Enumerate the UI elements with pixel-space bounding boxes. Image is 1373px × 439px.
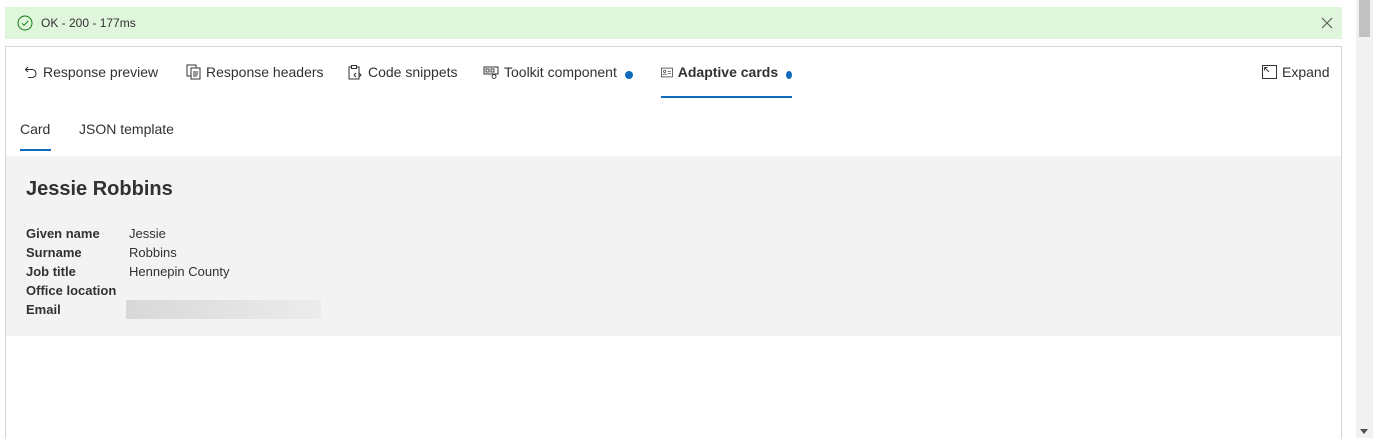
fact-row: Given name Jessie	[26, 224, 321, 243]
fact-key: Surname	[26, 245, 82, 260]
active-subtab-indicator	[20, 149, 51, 151]
expand-icon	[1262, 65, 1277, 79]
expand-label: Expand	[1282, 64, 1330, 80]
fact-key: Email	[26, 302, 61, 317]
fact-key: Given name	[26, 226, 100, 241]
contact-card-icon	[661, 67, 673, 77]
clipboard-code-icon	[348, 65, 362, 80]
tab-label: Toolkit component	[504, 64, 617, 80]
status-bar: OK - 200 - 177ms	[5, 7, 1342, 39]
scrollbar-thumb[interactable]	[1359, 0, 1370, 37]
tab-toolkit-component[interactable]: Toolkit component	[483, 47, 633, 97]
fact-value: Jessie	[129, 226, 166, 241]
redacted-email-value	[126, 300, 321, 319]
unread-dot	[624, 71, 633, 79]
fact-value: Hennepin County	[129, 264, 230, 279]
subtab-json-template[interactable]: JSON template	[79, 111, 174, 151]
fact-key: Office location	[26, 283, 117, 298]
active-tab-indicator	[661, 96, 792, 98]
undo-icon	[24, 66, 37, 79]
tab-label: Response preview	[43, 64, 159, 80]
subtab-label: Card	[20, 121, 51, 137]
subtab-card[interactable]: Card	[20, 111, 51, 151]
card-title: Jessie Robbins	[26, 178, 173, 200]
fact-row: Job title Hennepin County	[26, 262, 321, 281]
tab-response-headers[interactable]: Response headers	[186, 47, 324, 97]
tab-label: Adaptive cards	[677, 64, 779, 80]
tab-adaptive-cards[interactable]: Adaptive cards	[661, 47, 792, 98]
expand-button[interactable]: Expand	[1262, 47, 1329, 97]
tab-label: Response headers	[206, 64, 324, 80]
tab-label: Code snippets	[368, 64, 458, 80]
adaptive-card: Jessie Robbins Given name Jessie Surname…	[6, 156, 1341, 336]
fact-value: Robbins	[129, 245, 177, 260]
document-copy-icon	[186, 64, 201, 80]
success-check-icon	[17, 15, 33, 31]
subtab-label: JSON template	[79, 121, 174, 137]
status-text: OK - 200 - 177ms	[41, 16, 136, 30]
fact-row: Email	[26, 300, 321, 319]
fact-row: Surname Robbins	[26, 243, 321, 262]
fact-row: Office location	[26, 281, 321, 300]
scroll-down-arrow-icon[interactable]	[1360, 429, 1368, 434]
fact-key: Job title	[26, 264, 76, 279]
fact-set: Given name Jessie Surname Robbins Job ti…	[26, 224, 321, 319]
vertical-scrollbar[interactable]	[1356, 0, 1373, 438]
toolkit-icon	[483, 66, 499, 79]
tab-response-preview[interactable]: Response preview	[24, 47, 158, 97]
response-panel: Response preview Response headers Code s…	[5, 46, 1342, 439]
close-icon[interactable]	[1320, 16, 1334, 30]
unread-dot	[786, 71, 792, 79]
tab-code-snippets[interactable]: Code snippets	[347, 47, 458, 97]
